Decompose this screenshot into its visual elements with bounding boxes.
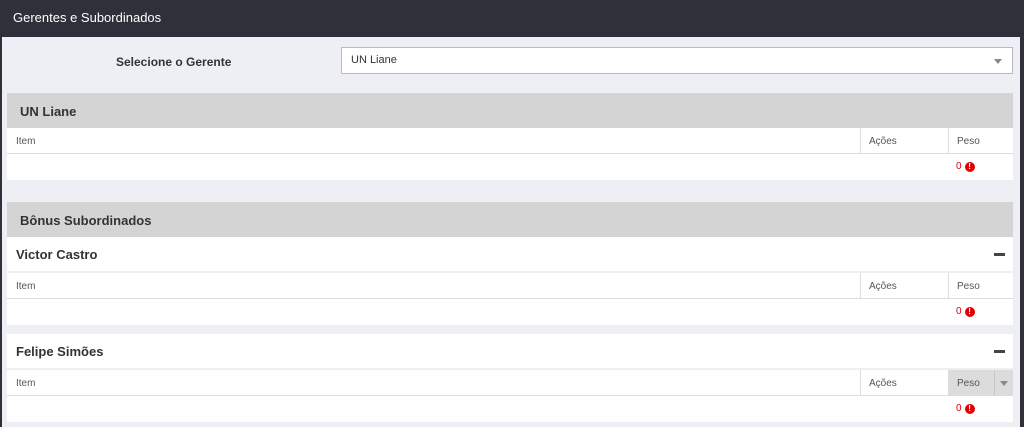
- subordinate-table-victor: Item Ações Peso 0 !: [7, 273, 1013, 325]
- column-item[interactable]: Item: [16, 128, 35, 154]
- table-footer-row: 0 !: [7, 154, 1013, 180]
- column-peso[interactable]: Peso: [948, 370, 1013, 396]
- column-peso[interactable]: Peso: [948, 273, 1013, 299]
- manager-table: Item Ações Peso 0 !: [7, 128, 1013, 180]
- table-header: Item Ações Peso: [7, 370, 1013, 396]
- exclamation-circle-icon: !: [964, 403, 975, 414]
- exclamation-circle-icon: !: [964, 161, 975, 172]
- selector-label: Selecione o Gerente: [116, 55, 232, 69]
- minus-icon[interactable]: [994, 350, 1005, 353]
- exclamation-circle-icon: !: [964, 306, 975, 317]
- peso-total-value: 0: [956, 161, 962, 172]
- table-header: Item Ações Peso: [7, 128, 1013, 154]
- column-acoes[interactable]: Ações: [860, 273, 948, 299]
- column-peso[interactable]: Peso: [948, 128, 1013, 154]
- subordinate-table-felipe: Item Ações Peso 0 !: [7, 370, 1013, 422]
- peso-total-value: 0: [956, 403, 962, 414]
- column-peso-label: Peso: [957, 378, 980, 389]
- column-item[interactable]: Item: [16, 370, 35, 396]
- window-title: Gerentes e Subordinados: [0, 0, 1024, 37]
- caret-down-icon[interactable]: [994, 59, 1002, 64]
- column-item[interactable]: Item: [16, 273, 35, 299]
- main-content: Selecione o Gerente UN Liane UN Liane It…: [2, 37, 1020, 427]
- column-acoes[interactable]: Ações: [860, 370, 948, 396]
- manager-selector-row: Selecione o Gerente UN Liane: [2, 37, 1020, 87]
- table-header: Item Ações Peso: [7, 273, 1013, 299]
- caret-down-icon[interactable]: [994, 370, 1013, 396]
- column-acoes[interactable]: Ações: [860, 128, 948, 154]
- manager-select-value: UN Liane: [351, 54, 397, 66]
- app-window: Gerentes e Subordinados Selecione o Gere…: [0, 0, 1024, 427]
- subordinate-header-felipe: Felipe Simões: [7, 334, 1013, 368]
- peso-total: 0 !: [956, 403, 975, 414]
- manager-select[interactable]: UN Liane: [341, 47, 1013, 74]
- manager-section-header: UN Liane: [7, 93, 1013, 128]
- table-footer-row: 0 !: [7, 299, 1013, 325]
- minus-icon[interactable]: [994, 253, 1005, 256]
- table-footer-row: 0 !: [7, 396, 1013, 422]
- subordinate-header-victor: Victor Castro: [7, 237, 1013, 271]
- peso-total: 0 !: [956, 161, 975, 172]
- subordinate-name: Victor Castro: [16, 247, 98, 262]
- subordinate-name: Felipe Simões: [16, 344, 104, 359]
- peso-total-value: 0: [956, 306, 962, 317]
- peso-total: 0 !: [956, 306, 975, 317]
- subordinates-section-header: Bônus Subordinados: [7, 202, 1013, 237]
